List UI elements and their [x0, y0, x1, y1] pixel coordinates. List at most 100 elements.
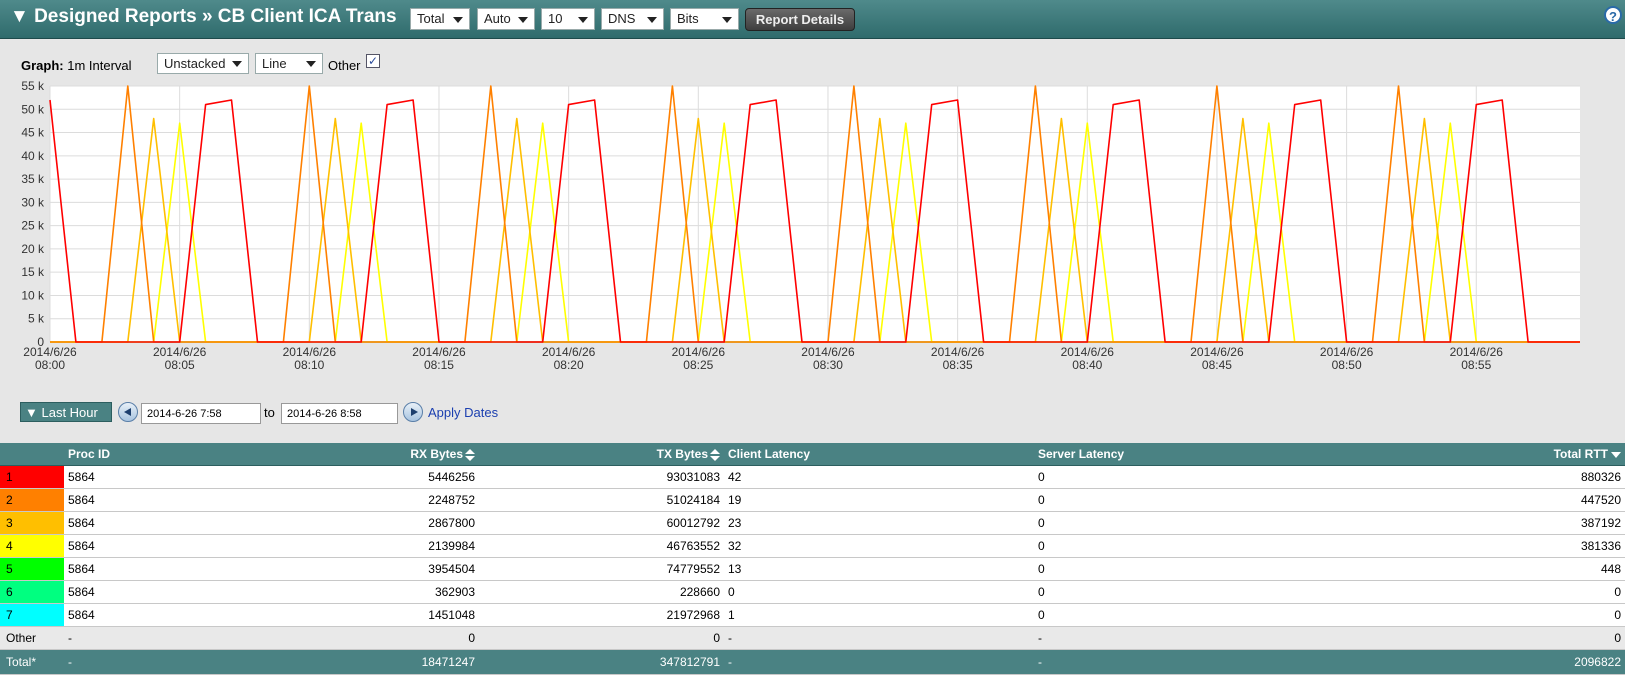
stack-select[interactable]: Unstacked: [157, 53, 249, 74]
table-header-row: Proc ID RX Bytes TX Bytes Client Latency…: [0, 443, 1625, 466]
rx-bytes-header-label: RX Bytes: [410, 447, 463, 461]
x-tick-date-label: 2014/6/26: [1061, 345, 1115, 359]
proc-id-cell: 5864: [64, 465, 264, 489]
tx-bytes-cell: 0: [479, 626, 724, 650]
chevron-down-icon: [647, 17, 657, 23]
table-row[interactable]: 1 5864 5446256 93031083 42 0 880326: [0, 465, 1625, 489]
x-tick-time-label: 08:10: [294, 358, 324, 372]
x-tick-date-label: 2014/6/26: [23, 345, 77, 359]
x-tick-time-label: 08:45: [1202, 358, 1232, 372]
tx-bytes-header[interactable]: TX Bytes: [479, 443, 724, 466]
x-tick-time-label: 08:00: [35, 358, 65, 372]
proc-id-cell: 5864: [64, 603, 264, 627]
auto-select-value: Auto: [484, 11, 511, 26]
y-tick-label: 45 k: [21, 126, 45, 140]
y-tick-label: 30 k: [21, 195, 45, 209]
y-tick-label: 20 k: [21, 242, 45, 256]
table-row[interactable]: 3 5864 2867800 60012792 23 0 387192: [0, 511, 1625, 535]
rx-bytes-cell: 362903: [264, 580, 479, 604]
client-latency-cell: 13: [724, 557, 1034, 581]
from-date-input[interactable]: 2014-6-26 7:58: [141, 403, 261, 424]
server-latency-header[interactable]: Server Latency: [1034, 443, 1354, 466]
x-tick-time-label: 08:40: [1072, 358, 1102, 372]
server-latency-cell: 0: [1034, 580, 1354, 604]
total-rtt-header[interactable]: Total RTT: [1354, 443, 1625, 466]
rank-cell: Total*: [0, 649, 64, 675]
rx-bytes-header[interactable]: RX Bytes: [264, 443, 479, 466]
chevron-down-icon: [722, 17, 732, 23]
rx-bytes-cell: 5446256: [264, 465, 479, 489]
total-rtt-cell: 381336: [1354, 534, 1625, 558]
rank-cell: 5: [0, 557, 64, 581]
next-range-button[interactable]: [403, 402, 423, 422]
x-tick-date-label: 2014/6/26: [1450, 345, 1504, 359]
tx-bytes-cell: 60012792: [479, 511, 724, 535]
y-tick-label: 25 k: [21, 219, 45, 233]
table-row[interactable]: 7 5864 1451048 21972968 1 0 0: [0, 603, 1625, 627]
server-latency-cell: 0: [1034, 534, 1354, 558]
proc-id-cell: -: [64, 649, 264, 675]
dns-select-value: DNS: [608, 11, 636, 26]
table-total-row[interactable]: Total* -18471247 347812791- -2096822: [0, 649, 1625, 675]
rx-bytes-cell: 1451048: [264, 603, 479, 627]
y-tick-label: 55 k: [21, 80, 45, 93]
x-tick-date-label: 2014/6/26: [153, 345, 207, 359]
auto-select[interactable]: Auto: [477, 8, 535, 30]
proc-id-cell: 5864: [64, 557, 264, 581]
dns-select[interactable]: DNS: [601, 8, 664, 30]
total-select-value: Total: [417, 11, 445, 26]
rank-cell: 1: [0, 465, 64, 489]
other-checkbox[interactable]: ✓: [366, 54, 380, 68]
last-hour-button[interactable]: ▼ Last Hour: [20, 402, 112, 422]
prev-range-button[interactable]: [118, 402, 138, 422]
total-rtt-cell: 2096822: [1354, 649, 1625, 675]
table-row[interactable]: 4 5864 2139984 46763552 32 0 381336: [0, 534, 1625, 558]
client-latency-header[interactable]: Client Latency: [724, 443, 1034, 466]
total-rtt-cell: 0: [1354, 603, 1625, 627]
tx-bytes-cell: 347812791: [479, 649, 724, 675]
total-select[interactable]: Total: [410, 8, 470, 30]
rx-bytes-cell: 18471247: [264, 649, 479, 675]
proc-id-header[interactable]: Proc ID: [64, 443, 264, 466]
proc-id-cell: 5864: [64, 488, 264, 512]
tx-bytes-cell: 46763552: [479, 534, 724, 558]
table-row[interactable]: 6 5864 362903 228660 0 0 0: [0, 580, 1625, 604]
chevron-down-icon: [306, 61, 316, 67]
tx-bytes-cell: 21972968: [479, 603, 724, 627]
client-latency-cell: 0: [724, 580, 1034, 604]
total-rtt-header-label: Total RTT: [1553, 447, 1608, 461]
x-tick-date-label: 2014/6/26: [283, 345, 337, 359]
sort-icon: [710, 448, 720, 461]
units-select[interactable]: Bits: [670, 8, 739, 30]
table-row[interactable]: 5 5864 3954504 74779552 13 0 448: [0, 557, 1625, 581]
y-tick-label: 35 k: [21, 172, 45, 186]
to-label: to: [264, 405, 275, 420]
client-latency-cell: 19: [724, 488, 1034, 512]
x-tick-time-label: 08:05: [165, 358, 195, 372]
server-latency-cell: 0: [1034, 488, 1354, 512]
report-details-button[interactable]: Report Details: [745, 8, 855, 31]
count-select-value: 10: [548, 11, 563, 26]
x-tick-time-label: 08:35: [943, 358, 973, 372]
x-tick-time-label: 08:55: [1461, 358, 1491, 372]
page-title[interactable]: ▼ Designed Reports » CB Client ICA Trans: [10, 6, 397, 28]
client-latency-cell: -: [724, 649, 1034, 675]
x-tick-time-label: 08:25: [683, 358, 713, 372]
graph-type-select[interactable]: Line: [255, 53, 323, 74]
title-bar: ▼ Designed Reports » CB Client ICA Trans…: [0, 0, 1625, 39]
rx-bytes-cell: 2139984: [264, 534, 479, 558]
table-row[interactable]: 2 5864 2248752 51024184 19 0 447520: [0, 488, 1625, 512]
table-other-row[interactable]: Other -0 0- -0: [0, 626, 1625, 650]
graph-type-select-value: Line: [262, 56, 287, 71]
to-date-input[interactable]: 2014-6-26 8:58: [281, 403, 398, 424]
server-latency-cell: 0: [1034, 603, 1354, 627]
help-icon[interactable]: ?: [1604, 6, 1622, 24]
client-latency-cell: 42: [724, 465, 1034, 489]
apply-dates-link[interactable]: Apply Dates: [428, 405, 498, 420]
client-latency-cell: -: [724, 626, 1034, 650]
arrow-right-icon: [411, 408, 418, 416]
x-tick-date-label: 2014/6/26: [1190, 345, 1244, 359]
chevron-down-icon: [453, 17, 463, 23]
count-select[interactable]: 10: [541, 8, 595, 30]
x-tick-time-label: 08:50: [1332, 358, 1362, 372]
